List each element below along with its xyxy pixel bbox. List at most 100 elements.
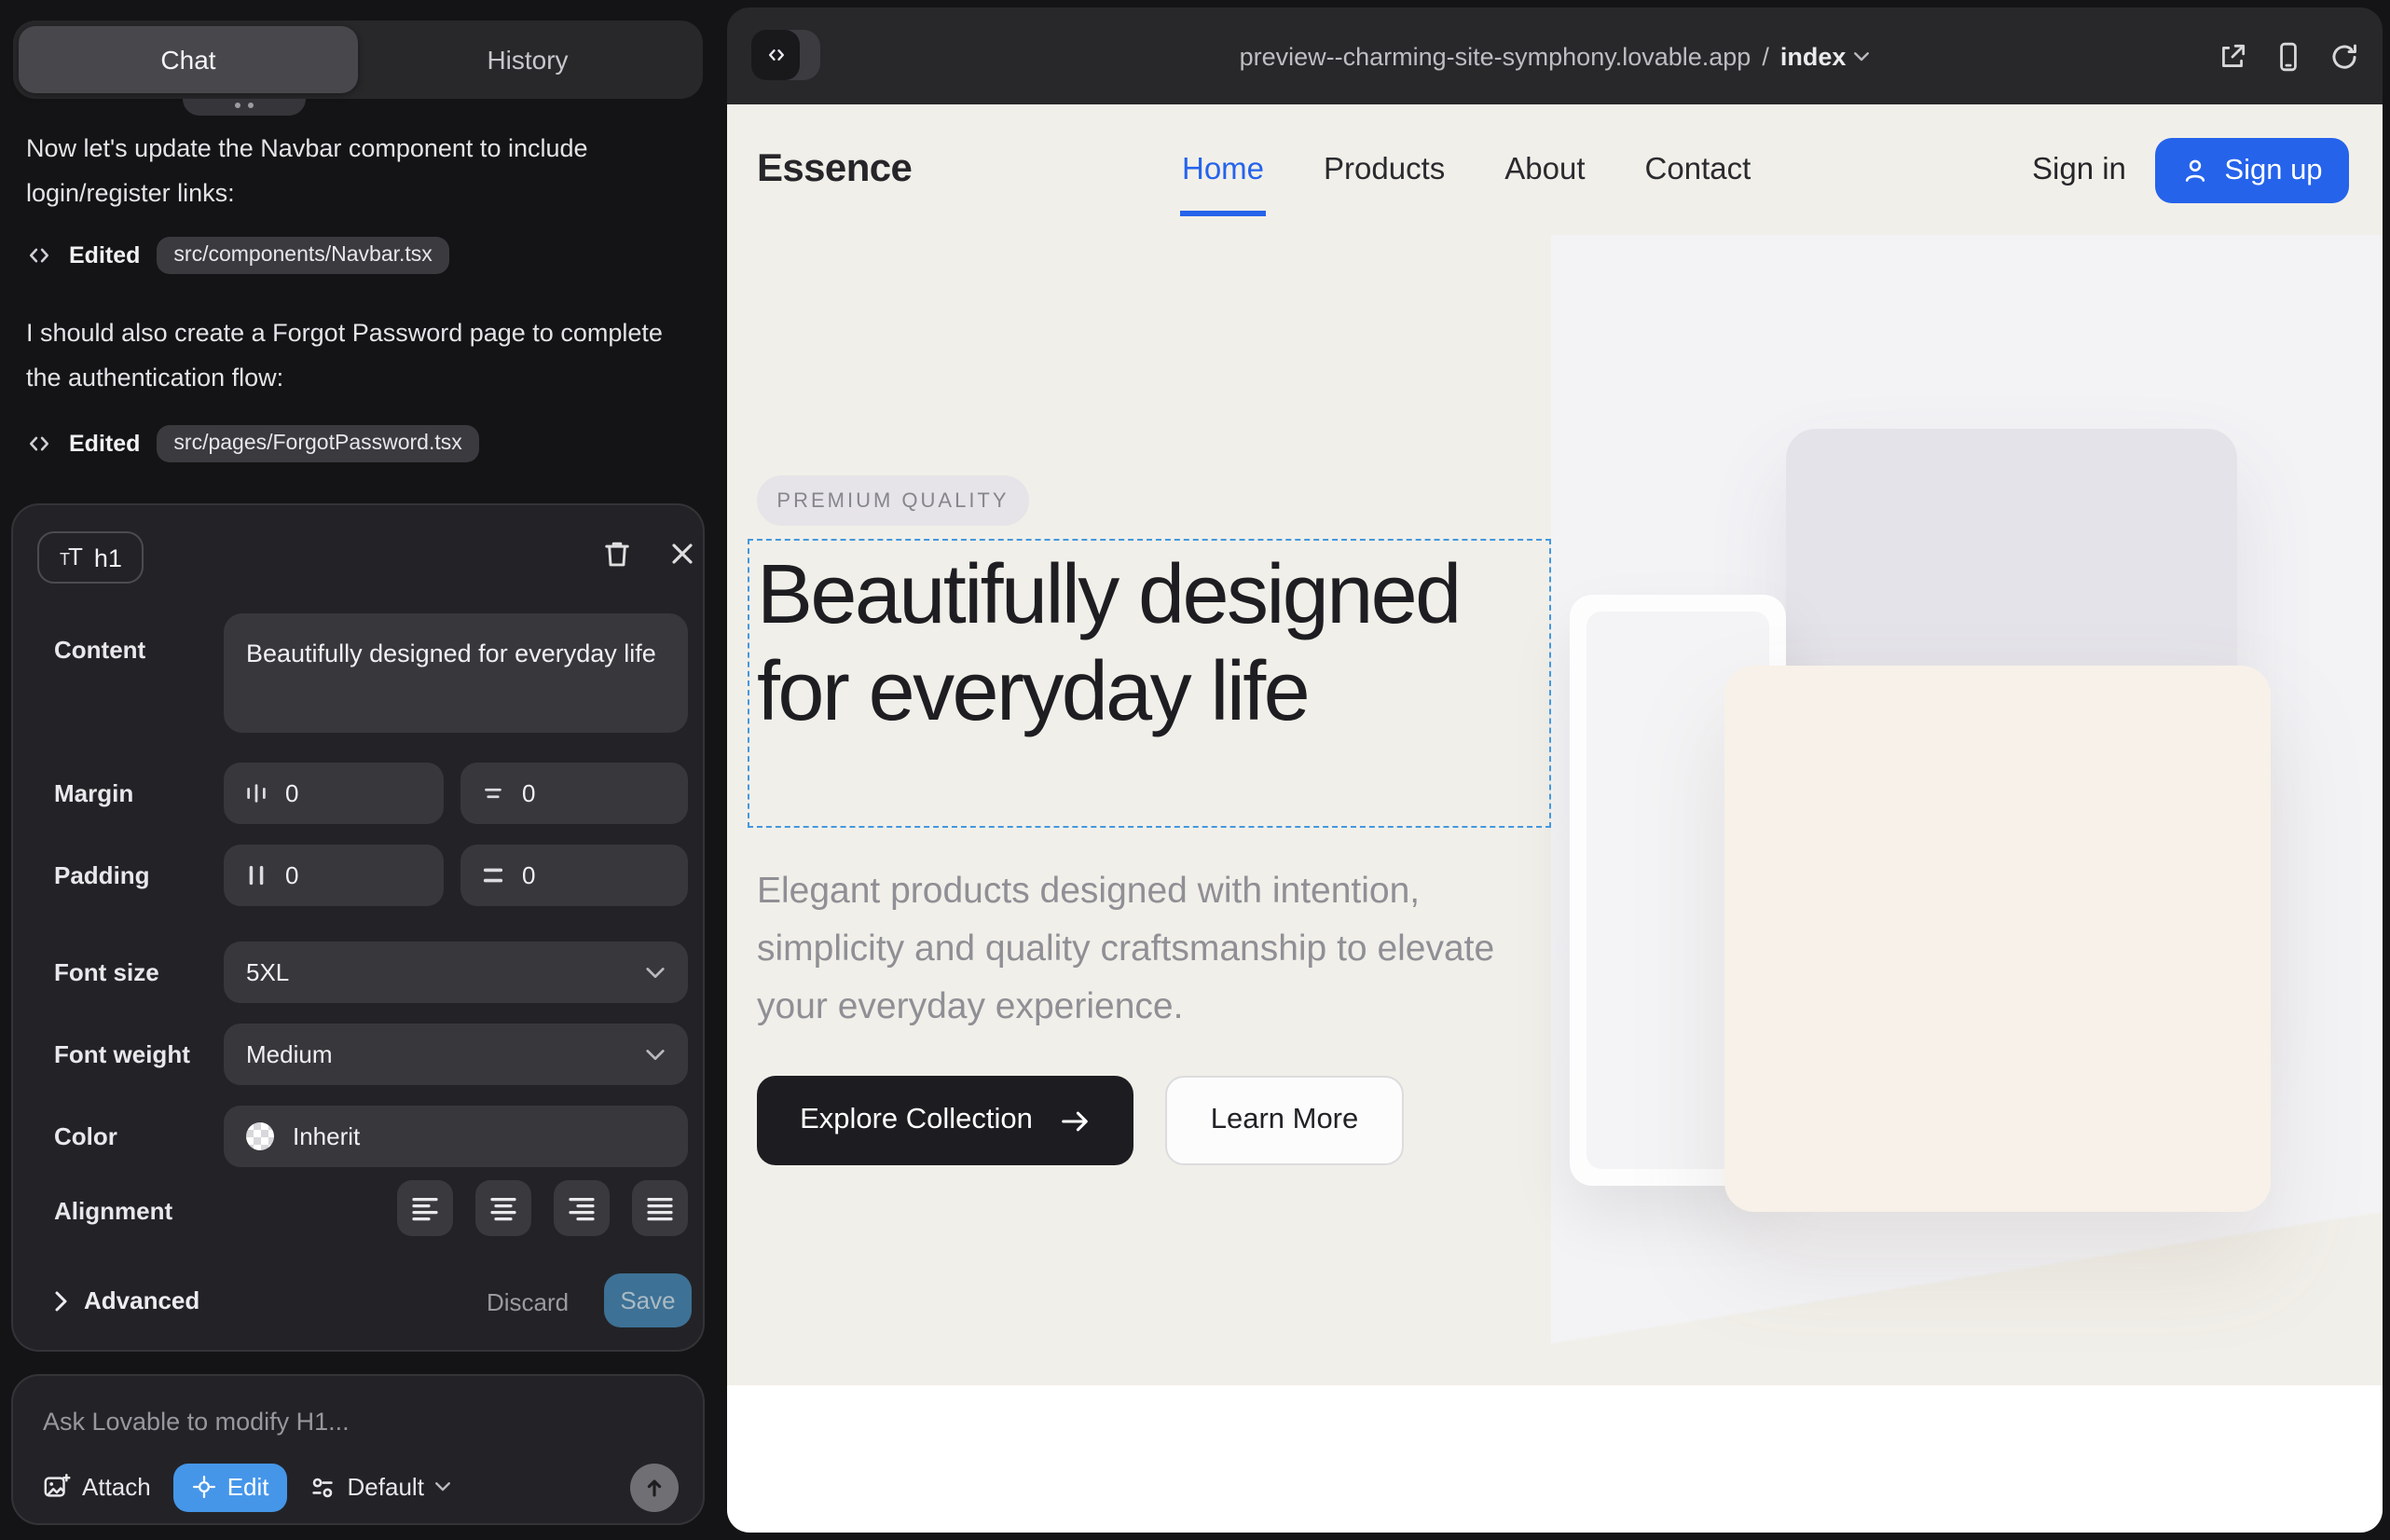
- nav-link-home[interactable]: Home: [1182, 152, 1264, 187]
- arrow-right-icon: [1059, 1105, 1091, 1136]
- explore-collection-label: Explore Collection: [800, 1104, 1033, 1137]
- align-left-button[interactable]: [397, 1180, 453, 1236]
- person-icon: [2181, 157, 2209, 185]
- element-tag-chip[interactable]: TT h1: [37, 531, 144, 584]
- chat-message: Now let's update the Navbar component to…: [26, 127, 690, 214]
- preview-topbar: preview--charming-site-symphony.lovable.…: [727, 7, 2383, 104]
- chat-message: I should also create a Forgot Password p…: [26, 311, 690, 399]
- edited-file-row: Edited src/pages/ForgotPassword.tsx: [26, 423, 479, 464]
- content-input[interactable]: Beautifully designed for everyday life: [224, 613, 688, 733]
- padding-y-input[interactable]: 0: [460, 845, 688, 906]
- hero-heading[interactable]: Beautifully designed for everyday life: [757, 546, 1547, 738]
- code-icon: [26, 431, 52, 457]
- hero-graphic-area: [1551, 235, 2383, 1385]
- attach-button[interactable]: Attach: [43, 1473, 151, 1501]
- margin-horizontal-icon: [244, 781, 268, 805]
- scroll-indicator-pill[interactable]: [183, 99, 306, 116]
- element-editor-panel: TT h1 Content Beautifully designed for e…: [11, 503, 705, 1352]
- padding-x-input[interactable]: 0: [224, 845, 444, 906]
- discard-button[interactable]: Discard: [487, 1288, 569, 1316]
- hero-section: Essence Home Products About Contact Sign…: [727, 104, 2383, 1385]
- mode-selector[interactable]: Default: [310, 1473, 452, 1501]
- type-icon: TT: [60, 541, 83, 574]
- decor-card-cream: [1724, 666, 2271, 1212]
- site-preview: Essence Home Products About Contact Sign…: [727, 104, 2383, 1533]
- align-right-button[interactable]: [554, 1180, 610, 1236]
- margin-y-value: 0: [522, 779, 535, 807]
- padding-label: Padding: [54, 861, 150, 889]
- mode-label: Default: [348, 1473, 424, 1501]
- edit-label: Edit: [227, 1473, 269, 1501]
- code-icon: [26, 242, 52, 268]
- tab-history[interactable]: History: [358, 26, 697, 93]
- chat-sidebar: Chat History Now let's update the Navbar…: [0, 0, 727, 1540]
- target-icon: [192, 1475, 216, 1499]
- learn-more-button[interactable]: Learn More: [1165, 1076, 1404, 1165]
- chevron-down-icon: [645, 965, 666, 980]
- preview-panel: preview--charming-site-symphony.lovable.…: [727, 7, 2383, 1533]
- hero-paragraph: Elegant products designed with intention…: [757, 863, 1559, 1037]
- nav-links: Home Products About Contact: [1182, 104, 1751, 235]
- send-button[interactable]: [630, 1463, 679, 1511]
- url-separator: /: [1762, 42, 1769, 70]
- hero-badge: PREMIUM QUALITY: [757, 475, 1029, 526]
- font-weight-select[interactable]: Medium: [224, 1024, 688, 1085]
- sign-up-button[interactable]: Sign up: [2155, 138, 2349, 203]
- element-tag-label: h1: [94, 543, 122, 571]
- prompt-input[interactable]: Ask Lovable to modify H1...: [43, 1408, 350, 1436]
- edited-label: Edited: [69, 242, 140, 268]
- sign-in-link[interactable]: Sign in: [2032, 104, 2126, 235]
- chevron-down-icon: [1853, 49, 1870, 62]
- url-bar[interactable]: preview--charming-site-symphony.lovable.…: [727, 7, 2383, 104]
- margin-vertical-icon: [481, 781, 505, 805]
- site-logo[interactable]: Essence: [757, 104, 912, 235]
- content-label: Content: [54, 636, 145, 664]
- attach-label: Attach: [82, 1473, 151, 1501]
- open-external-icon[interactable]: [2217, 40, 2248, 72]
- edited-file-row: Edited src/components/Navbar.tsx: [26, 235, 449, 276]
- margin-x-input[interactable]: 0: [224, 763, 444, 824]
- padding-horizontal-icon: [244, 863, 268, 887]
- learn-more-label: Learn More: [1211, 1104, 1359, 1137]
- file-chip[interactable]: src/pages/ForgotPassword.tsx: [157, 425, 478, 462]
- url-domain: preview--charming-site-symphony.lovable.…: [1240, 42, 1751, 70]
- font-size-label: Font size: [54, 958, 159, 986]
- refresh-icon[interactable]: [2328, 40, 2360, 72]
- color-select[interactable]: Inherit: [224, 1106, 688, 1167]
- prompt-card: Ask Lovable to modify H1... Attach Edit: [11, 1374, 705, 1525]
- delete-element-button[interactable]: [600, 537, 634, 571]
- edit-mode-button[interactable]: Edit: [173, 1463, 288, 1511]
- chevron-down-icon: [645, 1047, 666, 1062]
- edited-label: Edited: [69, 431, 140, 457]
- tab-chat[interactable]: Chat: [19, 26, 358, 93]
- save-button[interactable]: Save: [604, 1273, 692, 1327]
- padding-vertical-icon: [481, 863, 505, 887]
- font-weight-value: Medium: [246, 1040, 645, 1068]
- site-navbar: Essence Home Products About Contact Sign…: [727, 104, 2383, 235]
- align-center-button[interactable]: [475, 1180, 531, 1236]
- padding-y-value: 0: [522, 861, 535, 889]
- file-chip[interactable]: src/components/Navbar.tsx: [157, 237, 448, 274]
- color-value: Inherit: [293, 1122, 666, 1150]
- lovable-workspace: Chat History Now let's update the Navbar…: [0, 0, 2390, 1540]
- font-size-select[interactable]: 5XL: [224, 942, 688, 1003]
- mobile-view-icon[interactable]: [2273, 40, 2304, 72]
- nav-link-about[interactable]: About: [1504, 152, 1585, 187]
- url-page: index: [1780, 42, 1847, 70]
- chevron-right-icon: [54, 1289, 69, 1312]
- nav-link-products[interactable]: Products: [1324, 152, 1445, 187]
- nav-link-contact[interactable]: Contact: [1645, 152, 1751, 187]
- alignment-label: Alignment: [54, 1197, 172, 1225]
- margin-x-value: 0: [285, 779, 298, 807]
- chevron-down-icon: [435, 1480, 452, 1493]
- advanced-toggle[interactable]: Advanced: [54, 1286, 199, 1314]
- margin-y-input[interactable]: 0: [460, 763, 688, 824]
- sign-up-label: Sign up: [2224, 154, 2322, 187]
- font-size-value: 5XL: [246, 958, 645, 986]
- align-justify-button[interactable]: [632, 1180, 688, 1236]
- close-editor-button[interactable]: [666, 537, 699, 571]
- margin-label: Margin: [54, 779, 133, 807]
- attach-image-icon: [43, 1473, 71, 1501]
- font-weight-label: Font weight: [54, 1040, 190, 1068]
- explore-collection-button[interactable]: Explore Collection: [757, 1076, 1133, 1165]
